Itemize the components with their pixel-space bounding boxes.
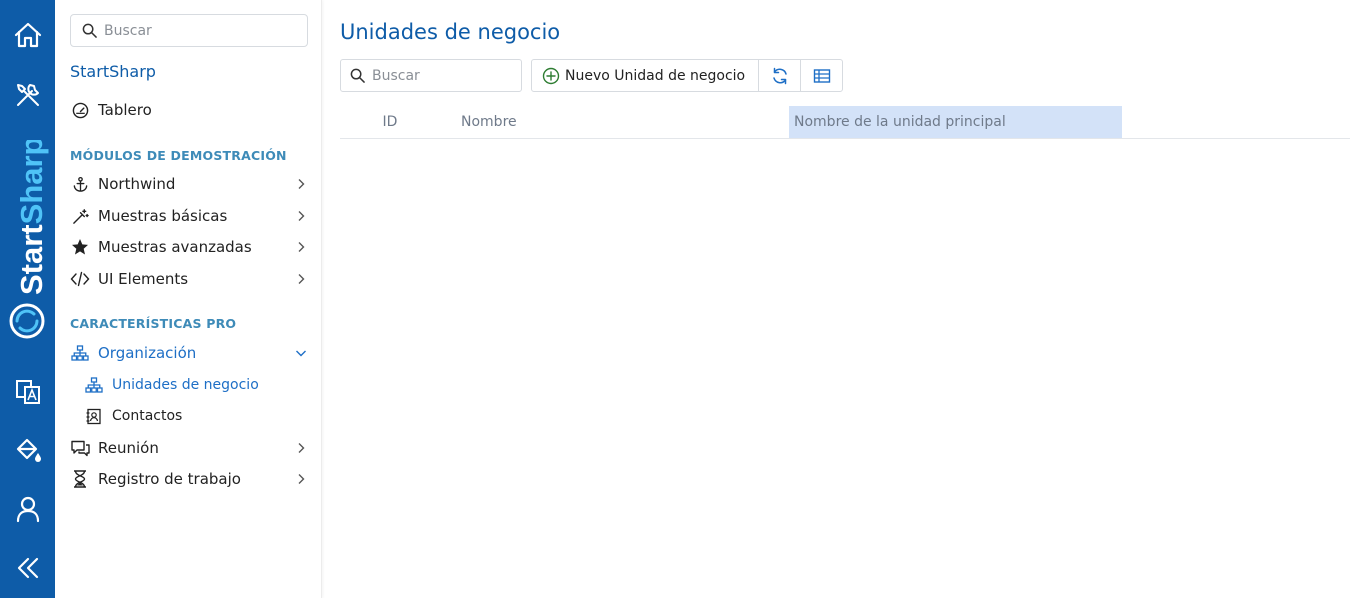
column-header-name[interactable]: Nombre xyxy=(456,106,786,138)
chevron-right-icon xyxy=(292,175,310,193)
sidebar: StartSharp Tablero MÓDULOS DE DEMOSTRACI… xyxy=(55,0,322,598)
add-circle-icon xyxy=(542,67,560,85)
collapse-icon[interactable] xyxy=(0,548,55,588)
grid-header: ID Nombre Nombre de la unidad principal xyxy=(340,106,1350,139)
sidebar-search-input[interactable] xyxy=(104,22,294,39)
sidebar-item-label: Unidades de negocio xyxy=(112,377,259,393)
search-icon xyxy=(350,68,365,83)
refresh-button[interactable] xyxy=(758,60,800,91)
column-header-label: Nombre xyxy=(461,114,517,130)
refresh-icon xyxy=(772,67,787,84)
home-icon[interactable] xyxy=(0,15,55,55)
sidebar-search[interactable] xyxy=(70,14,308,47)
column-header-id[interactable]: ID xyxy=(340,106,440,138)
sidebar-item-label: Northwind xyxy=(98,175,176,193)
section-pro-heading: CARACTERÍSTICAS PRO xyxy=(70,316,237,331)
sidebar-item-label: UI Elements xyxy=(98,270,189,288)
paint-bucket-icon[interactable] xyxy=(0,430,55,470)
translate-icon[interactable] xyxy=(0,372,55,412)
column-header-label: Nombre de la unidad principal xyxy=(794,114,1006,130)
table-columns-icon xyxy=(813,68,830,83)
left-rail: StartSharp xyxy=(0,0,55,598)
star-icon xyxy=(70,237,90,257)
chevron-right-icon xyxy=(292,439,310,457)
contact-card-icon xyxy=(84,406,104,426)
grid-toolbar: Nuevo Unidad de negocio xyxy=(531,59,843,92)
chevron-right-icon xyxy=(292,270,310,288)
search-icon xyxy=(82,23,97,38)
user-icon[interactable] xyxy=(0,489,55,529)
sidebar-item-meeting[interactable]: Reunión xyxy=(70,435,310,461)
sidebar-item-label: Contactos xyxy=(112,408,183,424)
sidebar-item-label: Organización xyxy=(98,344,197,362)
sidebar-item-business-units[interactable]: Unidades de negocio xyxy=(84,372,324,398)
sidebar-item-northwind[interactable]: Northwind xyxy=(70,171,310,197)
sidebar-item-advanced-samples[interactable]: Muestras avanzadas xyxy=(70,234,310,260)
sidebar-item-basic-samples[interactable]: Muestras básicas xyxy=(70,203,310,229)
chevron-right-icon xyxy=(292,207,310,225)
sidebar-item-label: Tablero xyxy=(98,101,152,119)
sidebar-item-label: Muestras básicas xyxy=(98,207,228,225)
grid-search[interactable] xyxy=(340,59,522,92)
column-header-parent-unit[interactable]: Nombre de la unidad principal xyxy=(789,106,1122,138)
sidebar-title: StartSharp xyxy=(70,62,156,81)
dashboard-icon xyxy=(70,100,90,120)
brand-logo: StartSharp xyxy=(9,140,49,339)
page-title: Unidades de negocio xyxy=(340,20,561,44)
sidebar-item-organization[interactable]: Organización xyxy=(70,340,310,366)
sidebar-item-ui-elements[interactable]: UI Elements xyxy=(70,266,310,292)
sitemap-icon xyxy=(84,375,104,395)
code-icon xyxy=(70,269,90,289)
sidebar-item-label: Reunión xyxy=(98,439,159,457)
sidebar-item-label: Muestras avanzadas xyxy=(98,238,252,256)
sitemap-icon xyxy=(70,343,90,363)
chevron-right-icon xyxy=(292,238,310,256)
sidebar-item-contacts[interactable]: Contactos xyxy=(84,403,324,429)
grid-search-input[interactable] xyxy=(372,67,512,84)
sidebar-item-label: Registro de trabajo xyxy=(98,470,241,488)
sidebar-item-work-log[interactable]: Registro de trabajo xyxy=(70,466,310,492)
wand-icon xyxy=(70,206,90,226)
add-business-unit-button[interactable]: Nuevo Unidad de negocio xyxy=(532,60,758,91)
svg-text:StartSharp: StartSharp xyxy=(14,140,49,295)
column-header-label: ID xyxy=(382,114,398,130)
tools-icon[interactable] xyxy=(0,75,55,115)
chevron-down-icon xyxy=(292,344,310,362)
chat-icon xyxy=(70,438,90,458)
chevron-right-icon xyxy=(292,470,310,488)
section-demo-heading: MÓDULOS DE DEMOSTRACIÓN xyxy=(70,148,287,163)
hourglass-icon xyxy=(70,469,90,489)
column-picker-button[interactable] xyxy=(800,60,842,91)
add-button-label: Nuevo Unidad de negocio xyxy=(565,67,746,84)
sidebar-item-dashboard[interactable]: Tablero xyxy=(70,97,310,123)
anchor-icon xyxy=(70,174,90,194)
